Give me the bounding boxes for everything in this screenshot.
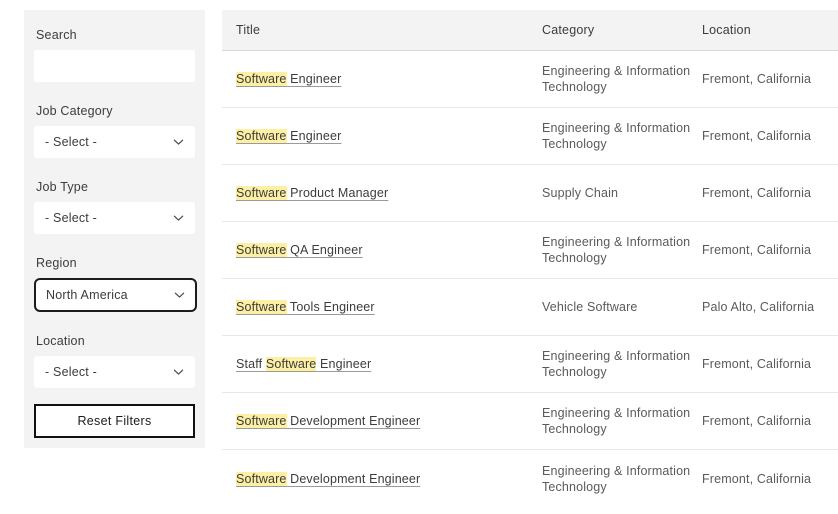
job-category-cell: Engineering & Information Technology [542, 64, 691, 94]
job-title-suffix: Engineer [316, 357, 372, 371]
job-title-cell: Software Engineer [222, 71, 542, 87]
job-title-suffix: Development Engineer [286, 471, 421, 486]
job-title-link[interactable]: Software Engineer [236, 72, 341, 86]
job-title-suffix: Engineer [286, 129, 342, 143]
reset-filters-button[interactable]: Reset Filters [34, 404, 195, 438]
job-search-page: Search Job Category - Select - Job Type … [0, 0, 838, 514]
job-title-suffix: Engineer [286, 72, 342, 86]
job-category-cell: Engineering & Information Technology [542, 349, 691, 379]
job-location-cell: Fremont, California [702, 186, 812, 200]
job-location-cell: Fremont, California [702, 414, 812, 428]
location-select[interactable]: - Select - [34, 356, 195, 388]
chevron-down-icon [174, 290, 185, 301]
job-type-field-group: Job Type - Select - [34, 180, 195, 234]
job-title-cell: Software Development Engineer [222, 471, 542, 487]
job-category-cell: Engineering & Information Technology [542, 121, 691, 151]
job-category-cell: Vehicle Software [542, 300, 638, 314]
job-title-link[interactable]: Software QA Engineer [236, 243, 363, 257]
filter-sidebar: Search Job Category - Select - Job Type … [24, 10, 205, 448]
job-title-suffix: Tools Engineer [286, 300, 375, 314]
location-label: Location [36, 334, 85, 348]
job-title-link[interactable]: Staff Software Engineer [236, 357, 371, 371]
job-title-cell: Software Engineer [222, 128, 542, 144]
search-term-highlight: Software [236, 414, 287, 428]
job-type-label: Job Type [36, 180, 89, 194]
job-title-suffix: Development Engineer [286, 414, 421, 428]
table-row: Software Development Engineer Engineering… [222, 450, 838, 507]
job-category-select[interactable]: - Select - [34, 126, 195, 158]
search-term-highlight: Software [236, 72, 287, 86]
search-label: Search [36, 28, 77, 42]
job-category-label: Job Category [36, 104, 113, 118]
job-category-cell: Engineering & Information Technology [542, 406, 691, 436]
job-title-link[interactable]: Software Tools Engineer [236, 300, 375, 314]
search-term-highlight: Software [236, 129, 287, 143]
job-category-cell: Supply Chain [542, 186, 619, 200]
table-header-row: Title Category Location [222, 10, 838, 51]
job-location-cell: Fremont, California [702, 357, 812, 371]
search-term-highlight: Software [236, 186, 287, 200]
job-title-cell: Software QA Engineer [222, 242, 542, 258]
job-location-cell: Fremont, California [702, 72, 812, 86]
region-select[interactable]: North America [34, 278, 197, 312]
table-body: Software Engineer Engineering & Informati… [222, 51, 838, 507]
job-category-value: - Select - [45, 135, 98, 149]
job-title-prefix: Staff [236, 357, 266, 371]
table-row: Software Product Manager Supply Chain Frem… [222, 165, 838, 222]
location-value: - Select - [45, 365, 98, 379]
job-title-link[interactable]: Software Product Manager [236, 186, 388, 200]
table-row: Software QA Engineer Engineering & Inform… [222, 222, 838, 279]
job-location-cell: Fremont, California [702, 471, 812, 486]
job-results-table: Title Category Location Software Enginee… [222, 10, 838, 507]
job-type-select[interactable]: - Select - [34, 202, 195, 234]
job-title-suffix: Product Manager [286, 186, 389, 200]
chevron-down-icon [173, 137, 184, 148]
column-header-category: Category [542, 23, 595, 37]
job-location-cell: Palo Alto, California [702, 300, 815, 314]
table-row: Software Development Engineer Engineering… [222, 393, 838, 450]
job-category-cell: Engineering & Information Technology [542, 463, 691, 494]
table-row: Staff Software Engineer Engineering & Inf… [222, 336, 838, 393]
job-type-value: - Select - [45, 211, 98, 225]
search-term-highlight: Software [236, 300, 287, 314]
chevron-down-icon [173, 367, 184, 378]
job-title-link[interactable]: Software Development Engineer [236, 471, 421, 486]
job-title-link[interactable]: Software Engineer [236, 129, 341, 143]
region-label: Region [36, 256, 77, 270]
search-term-highlight: Software [236, 471, 287, 486]
table-row: Software Engineer Engineering & Informati… [222, 51, 838, 108]
job-title-cell: Software Product Manager [222, 185, 542, 201]
job-title-cell: Software Tools Engineer [222, 299, 542, 315]
job-title-link[interactable]: Software Development Engineer [236, 414, 420, 428]
job-location-cell: Fremont, California [702, 129, 812, 143]
region-value: North America [46, 288, 128, 302]
job-title-cell: Software Development Engineer [222, 413, 542, 429]
job-location-cell: Fremont, California [702, 243, 812, 257]
column-header-location: Location [702, 23, 751, 37]
chevron-down-icon [173, 213, 184, 224]
job-category-field-group: Job Category - Select - [34, 104, 195, 158]
table-row: Software Engineer Engineering & Informati… [222, 108, 838, 165]
search-term-highlight: Software [265, 357, 317, 371]
job-title-suffix: QA Engineer [286, 243, 363, 257]
column-header-title: Title [236, 23, 261, 37]
job-title-cell: Staff Software Engineer [222, 356, 542, 372]
search-input[interactable] [34, 50, 195, 82]
search-field-group: Search [34, 28, 195, 82]
location-field-group: Location - Select - [34, 334, 195, 388]
search-term-highlight: Software [236, 243, 287, 257]
job-category-cell: Engineering & Information Technology [542, 235, 691, 265]
table-row: Software Tools Engineer Vehicle Software P… [222, 279, 838, 336]
region-field-group: Region North America [34, 256, 197, 312]
